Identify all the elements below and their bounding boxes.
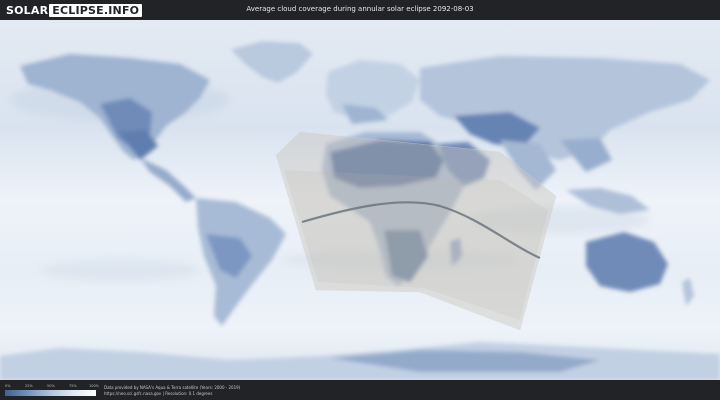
legend-tick-25: 25%	[25, 384, 33, 388]
legend-tick-100: 100%	[89, 384, 100, 388]
cloud-coverage-map	[0, 20, 720, 380]
footer-bar: 0% 25% 50% 75% 100% Data provided by NAS…	[0, 380, 720, 400]
data-credits: Data provided by NASA's Aqua & Terra sat…	[104, 385, 240, 396]
legend-tick-75: 75%	[69, 384, 77, 388]
legend-tick-0: 0%	[5, 384, 11, 388]
cloud-coverage-legend: 0% 25% 50% 75% 100%	[5, 383, 100, 399]
page-title: Average cloud coverage during annular so…	[246, 5, 474, 13]
legend-tick-50: 50%	[47, 384, 55, 388]
header-bar: SOLAR ECLIPSE.INFO Average cloud coverag…	[0, 0, 720, 20]
page: SOLAR ECLIPSE.INFO Average cloud coverag…	[0, 0, 720, 400]
world-map-svg	[0, 20, 720, 380]
credits-line-1: Data provided by NASA's Aqua & Terra sat…	[104, 385, 241, 390]
credits-line-2[interactable]: https://neo.sci.gsfc.nasa.gov | Resoluti…	[104, 391, 240, 397]
legend-color-scale	[5, 390, 96, 396]
